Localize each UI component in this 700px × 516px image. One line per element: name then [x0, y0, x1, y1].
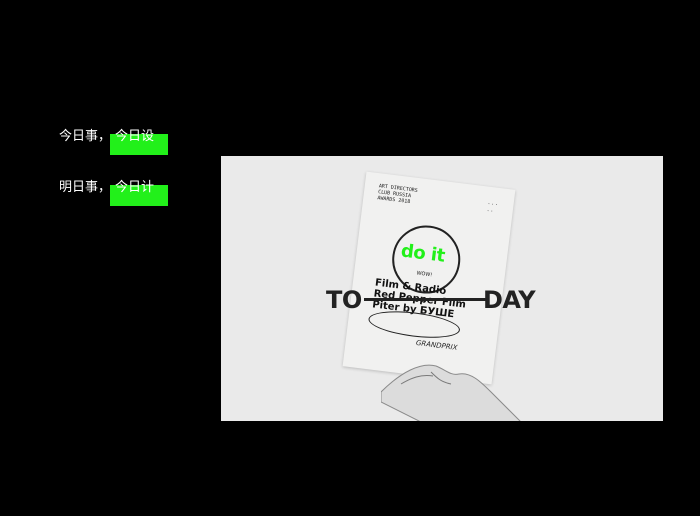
hand-illustration: [381, 364, 521, 421]
poster-dots-icon: · · · · ·: [486, 200, 498, 216]
today-title-left: TO: [326, 286, 362, 314]
poster-small-text: ART DIRECTORS CLUB RUSSIA AWARDS 2018: [376, 183, 419, 206]
slogan-line-1-highlight-text: 今日设: [115, 129, 155, 144]
today-divider-line: [364, 298, 486, 301]
slogan-line-2: 明日事， 今日计: [59, 179, 168, 206]
slogan-line-1: 今日事， 今日设: [59, 128, 168, 155]
slogan-line-2-label: 明日事，: [59, 180, 112, 195]
hero-banner[interactable]: ART DIRECTORS CLUB RUSSIA AWARDS 2018 · …: [221, 156, 663, 421]
today-title-right: DAY: [483, 286, 536, 314]
page: 今日事， 今日设 明日事， 今日计 ART DIRECTORS CLUB RUS…: [0, 0, 700, 516]
slogan-line-1-label: 今日事，: [59, 129, 112, 144]
slogan-line-2-highlight: 今日计: [110, 180, 168, 206]
slogan-line-1-highlight: 今日设: [110, 129, 168, 155]
poster-footer: GRANDPRIX: [415, 338, 458, 352]
slogan-line-2-highlight-text: 今日计: [115, 180, 155, 195]
